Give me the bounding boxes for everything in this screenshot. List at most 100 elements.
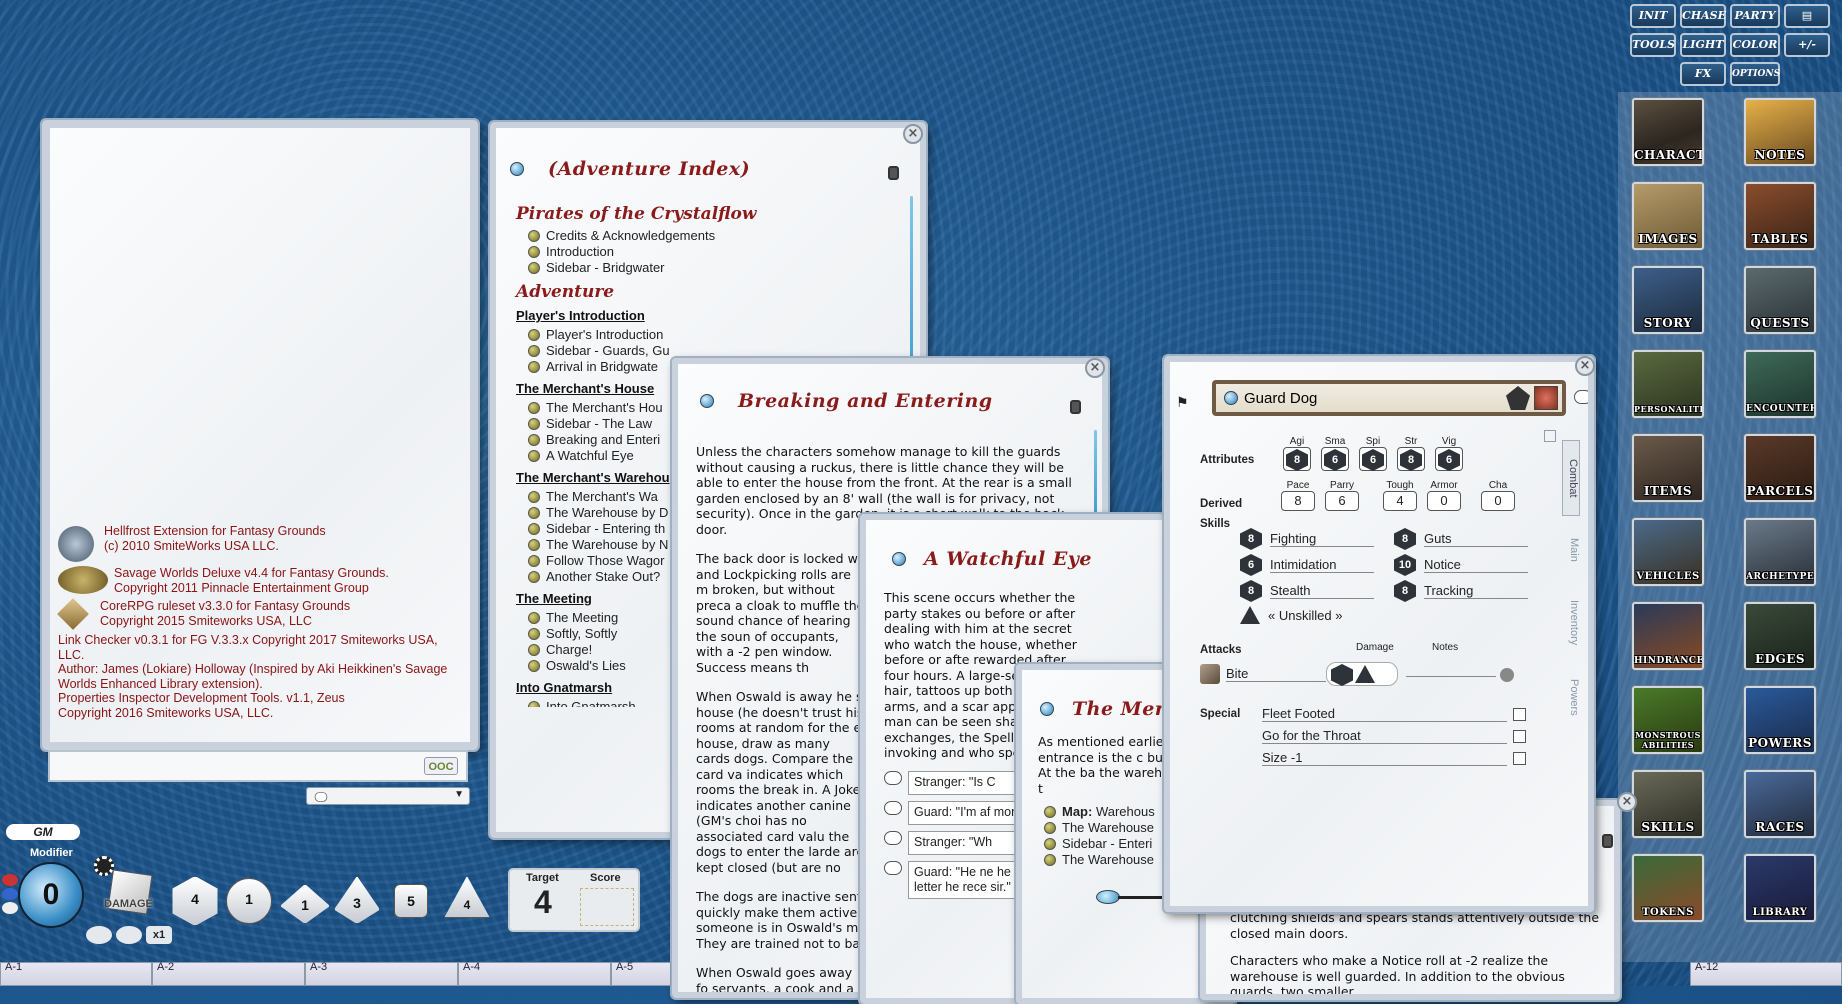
index-link[interactable]: Credits & Acknowledgements [528,228,906,244]
tables-button[interactable]: TABLES [1744,182,1816,250]
hotkey-slot[interactable]: A-5 [611,961,671,986]
attribute-vig[interactable]: Vig 6 [1434,436,1464,471]
roll-dot-icon[interactable] [1500,668,1514,682]
archetypes-button[interactable]: ARCHETYPES [1744,518,1816,586]
portrait-icon[interactable] [1534,386,1558,410]
party-button[interactable]: PARTY [1730,4,1780,28]
special-checkbox[interactable] [1513,707,1526,721]
edges-button[interactable]: EDGES [1744,602,1816,670]
powers-button[interactable]: POWERS [1744,686,1816,754]
chase-button[interactable]: CHASE [1680,4,1726,28]
book-icon[interactable]: ▤ [1784,4,1830,28]
derived-value[interactable]: 8 [1281,491,1315,511]
hindrances-button[interactable]: HINDRANCES [1632,602,1704,670]
items-button[interactable]: ITEMS [1632,434,1704,502]
close-icon[interactable]: × [1617,792,1637,812]
special-ability[interactable]: Go for the Throat [1262,728,1526,744]
attribute-agi[interactable]: Agi 8 [1282,436,1312,471]
dice-pool-slot[interactable] [116,926,142,944]
sleep-icon[interactable] [2,888,18,900]
link-orb-icon[interactable] [1040,702,1054,716]
special-ability[interactable]: Fleet Footed [1262,706,1526,722]
close-icon[interactable]: × [1085,358,1105,378]
ooc-toggle[interactable]: OOC [424,757,458,775]
derived-value[interactable]: 6 [1325,491,1359,511]
dice-pool-slot[interactable] [86,926,112,944]
characters-button[interactable]: CHARACTERS [1632,98,1704,166]
lock-icon[interactable] [1070,400,1081,414]
attribute-str[interactable]: Str 8 [1396,436,1426,471]
tab-main[interactable]: Main [1562,520,1580,580]
skill-fighting[interactable]: 8 Fighting [1240,528,1374,550]
damage-die-button[interactable]: DAMAGE [104,869,156,920]
npc-name-field[interactable] [1244,388,1484,408]
speech-bubble-icon[interactable] [884,860,902,875]
wild-die-icon[interactable] [2,874,18,886]
speech-bubble-icon[interactable] [884,800,902,815]
quests-button[interactable]: QUESTS [1744,266,1816,334]
close-icon[interactable]: × [1575,356,1595,376]
target-value[interactable]: 4 [534,884,552,921]
tab-combat[interactable]: Combat [1562,440,1580,516]
images-button[interactable]: IMAGES [1632,182,1704,250]
special-ability[interactable]: Size -1 [1262,750,1526,766]
tools-button[interactable]: TOOLS [1630,33,1676,57]
light-button[interactable]: LIGHT [1680,33,1726,57]
tab-inventory[interactable]: Inventory [1562,584,1580,662]
hotkey-slot[interactable]: A-1 [0,961,152,986]
derived-value[interactable]: 4 [1383,491,1417,511]
tab-powers[interactable]: Powers [1562,666,1580,728]
parcels-button[interactable]: PARCELS [1744,434,1816,502]
index-link[interactable]: Sidebar - Guards, Gu [528,343,906,359]
derived-value[interactable]: 0 [1481,491,1515,511]
skill-guts[interactable]: 8 Guts [1394,528,1528,550]
init-button[interactable]: INIT [1630,4,1676,28]
personalities-button[interactable]: PERSONALITIES [1632,350,1704,418]
story-button[interactable]: STORY [1632,266,1704,334]
chat-mode-select[interactable]: ▼ [306,787,470,805]
bite-weapon-icon[interactable] [1200,664,1220,684]
fx-button[interactable]: FX [1680,62,1726,86]
races-button[interactable]: RACES [1744,770,1816,838]
d12-die[interactable]: 1 [226,878,272,924]
link-orb-icon[interactable] [1224,391,1238,405]
hotkey-slot[interactable]: A-4 [458,961,611,986]
close-icon[interactable]: × [903,124,923,144]
skill-intimidation[interactable]: 6 Intimidation [1240,554,1374,576]
index-link[interactable]: Sidebar - Bridgwater [528,260,906,276]
speech-bubble-icon[interactable] [884,830,902,845]
vehicles-button[interactable]: VEHICLES [1632,518,1704,586]
lock-icon[interactable] [888,166,899,180]
plus-minus-button[interactable]: +/- [1784,33,1830,57]
hotkey-slot[interactable]: A-12 [1690,961,1842,986]
damage-dice[interactable] [1326,662,1398,686]
notes-button[interactable]: NOTES [1744,98,1816,166]
skills-button[interactable]: SKILLS [1632,770,1704,838]
attribute-spi[interactable]: Spi 6 [1358,436,1388,471]
d6-die[interactable]: 5 [394,884,428,918]
special-checkbox[interactable] [1513,751,1526,765]
lock-icon[interactable] [1602,834,1613,848]
hotkey-slot[interactable]: A-3 [305,961,458,986]
target-icon[interactable] [2,902,18,914]
attack-name[interactable]: Bite [1226,666,1326,682]
special-checkbox[interactable] [1513,729,1526,743]
skill-unskilled[interactable]: « Unskilled » [1240,606,1530,624]
image-pin-icon[interactable] [1096,890,1120,904]
chat-input[interactable] [56,757,416,775]
encounters-button[interactable]: ENCOUNTERS [1744,350,1816,418]
multiplier-badge[interactable]: x1 [146,926,172,944]
speech-bubble-icon[interactable] [884,770,902,785]
library-button[interactable]: LIBRARY [1744,854,1816,922]
modifier-orb[interactable]: 0 [18,862,84,928]
index-link[interactable]: Introduction [528,244,906,260]
expand-square-icon[interactable] [1544,430,1556,442]
score-value[interactable] [580,888,634,926]
monstrous-abilities-button[interactable]: MONSTROUS ABILITIES [1632,686,1704,754]
index-link[interactable]: Player's Introduction [528,327,906,343]
speech-bubble-icon[interactable] [1574,390,1588,404]
attack-notes-field[interactable] [1406,676,1496,677]
skill-notice[interactable]: 10 Notice [1394,554,1528,576]
link-orb-icon[interactable] [510,162,524,176]
link-orb-icon[interactable] [892,552,906,566]
